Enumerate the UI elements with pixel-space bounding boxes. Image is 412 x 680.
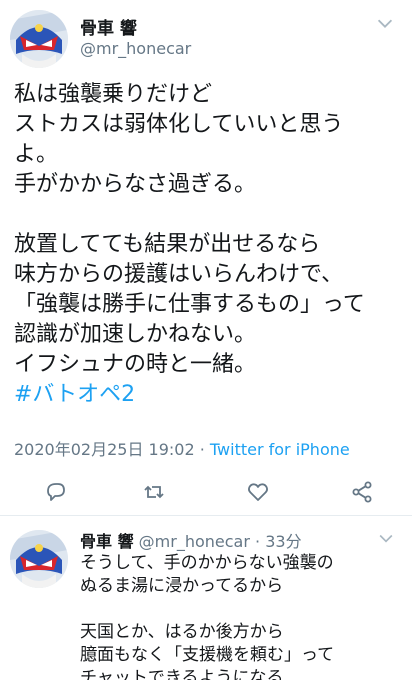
reply-tweet[interactable]: 骨車 響 @mr_honecar · 33分 そうして、手のかからない強襲の ぬ…: [0, 516, 412, 680]
reply-handle[interactable]: @mr_honecar: [139, 532, 250, 551]
tweet-line: 味方からの援護はいらんわけで、: [14, 262, 344, 287]
timestamp: 2020年02月25日 19:02: [14, 440, 195, 459]
user-handle[interactable]: @mr_honecar: [80, 39, 191, 58]
display-name[interactable]: 骨車 響: [80, 14, 137, 39]
retweet-icon[interactable]: [142, 480, 166, 504]
share-icon[interactable]: [350, 480, 374, 504]
reply-blank-line: [80, 598, 406, 621]
avatar-image: [10, 530, 68, 588]
heart-icon[interactable]: [246, 480, 270, 504]
avatar[interactable]: [10, 10, 68, 68]
reply-line: チャットできるようになる: [80, 668, 284, 680]
avatar-image: [10, 10, 68, 68]
tweet-line: ストカスは弱体化していいと思う: [14, 112, 344, 137]
tweet[interactable]: 骨車 響 @mr_honecar 私は強襲乗りだけど ストカスは弱体化していいと…: [0, 0, 412, 515]
source-link[interactable]: Twitter for iPhone: [210, 440, 350, 459]
reply-icon[interactable]: [44, 480, 68, 504]
reply-display-name[interactable]: 骨車 響: [80, 532, 134, 551]
chevron-down-icon[interactable]: [376, 528, 396, 548]
chevron-down-icon[interactable]: [374, 12, 396, 34]
tweet-line: 認識が加速しかねない。: [14, 322, 257, 347]
tweet-line: 放置してても結果が出せるなら: [14, 232, 321, 257]
tweet-line: 私は強襲乗りだけど: [14, 82, 213, 107]
tweet-line: 「強襲は勝手に仕事するもの」って: [14, 292, 365, 317]
action-bar: [0, 480, 412, 508]
reply-header: 骨車 響 @mr_honecar · 33分: [80, 528, 302, 552]
tweet-line: 手がかからなさ過ぎる。: [14, 172, 257, 197]
tweet-line: よ。: [14, 142, 59, 167]
reply-line: そうして、手のかからない強襲の: [80, 553, 334, 573]
meta-separator: ·: [194, 440, 210, 459]
reply-line: ぬるま湯に浸かってるから: [80, 576, 284, 596]
tweet-meta: 2020年02月25日 19:02 · Twitter for iPhone: [14, 436, 350, 460]
reply-line: 臆面もなく「支援機を頼む」って: [80, 645, 335, 665]
tweet-text: 私は強襲乗りだけど ストカスは弱体化していいと思う よ。 手がかからなさ過ぎる。…: [14, 80, 406, 410]
reply-line: 天国とか、はるか後方から: [80, 622, 284, 642]
reply-text: そうして、手のかからない強襲の ぬるま湯に浸かってるから 天国とか、はるか後方か…: [80, 552, 406, 680]
reply-time: 33分: [265, 532, 302, 551]
hashtag-link[interactable]: #バトオペ2: [14, 380, 406, 410]
reply-separator: ·: [249, 532, 266, 551]
reply-avatar[interactable]: [10, 530, 68, 588]
tweet-line: イフシュナの時と一緒。: [14, 352, 257, 377]
